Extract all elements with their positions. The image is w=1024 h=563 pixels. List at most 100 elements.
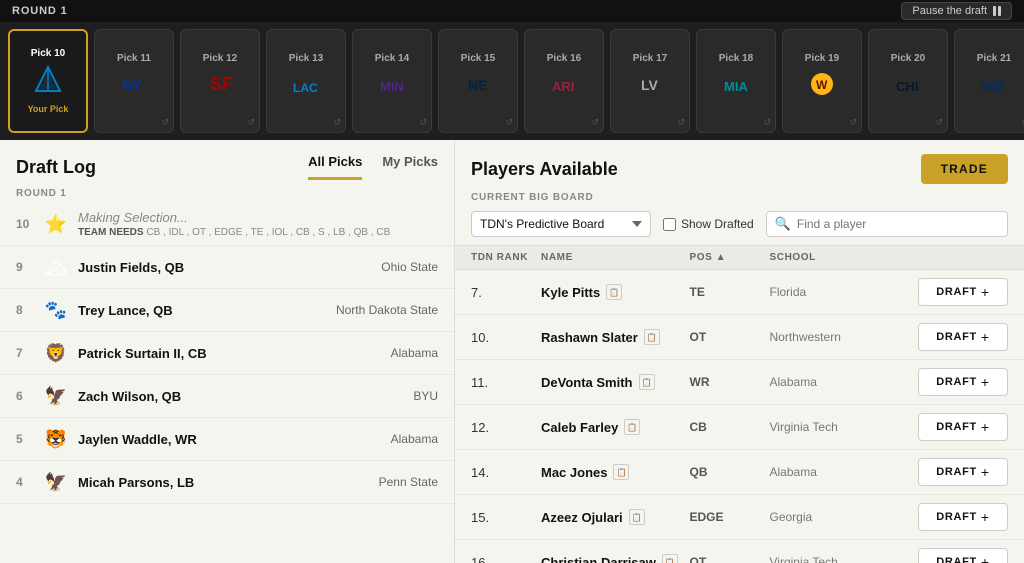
pick-card-19[interactable]: Pick 19 W ↺ [782, 29, 862, 133]
round-section-label: ROUND 1 [0, 180, 454, 203]
draft-button[interactable]: DRAFT + [918, 278, 1008, 306]
draft-button[interactable]: DRAFT + [918, 503, 1008, 531]
pick-label: Pick 20 [891, 53, 925, 64]
col-school-header: SCHOOL [770, 252, 919, 263]
show-drafted-label[interactable]: Show Drafted [663, 217, 754, 231]
player-rank: 15. [471, 510, 541, 525]
player-info: Making Selection... TEAM NEEDS CB , IDL … [78, 210, 438, 238]
pick-number: 6 [16, 389, 34, 403]
note-icon[interactable]: 📋 [639, 374, 655, 390]
pick-card-20[interactable]: Pick 20 CHI ↺ [868, 29, 948, 133]
draft-pick-row: 6 🦅 Zach Wilson, QB BYU [0, 375, 454, 418]
player-name: Kyle Pitts 📋 [541, 284, 690, 300]
col-rank-header: TDN RANK [471, 252, 541, 263]
pick-card-15[interactable]: Pick 15 NE ↺ [438, 29, 518, 133]
team-needs: TEAM NEEDS CB , IDL , OT , EDGE , TE , I… [78, 227, 438, 238]
swap-icon: ↺ [161, 117, 169, 128]
draft-label: DRAFT [936, 286, 977, 298]
pause-draft-button[interactable]: Pause the draft [901, 2, 1012, 20]
team-logo [32, 63, 64, 100]
tab-my-picks[interactable]: My Picks [382, 154, 438, 180]
pick-number: 4 [16, 475, 34, 489]
player-row: 14. Mac Jones 📋 QB Alabama DRAFT + [455, 450, 1024, 495]
school-name: North Dakota State [336, 303, 438, 317]
note-icon[interactable]: 📋 [613, 464, 629, 480]
col-pos-header: POS ▲ [690, 252, 770, 263]
svg-text:W: W [816, 78, 828, 92]
search-input[interactable] [797, 217, 999, 231]
show-drafted-checkbox[interactable] [663, 218, 676, 231]
swap-icon: ↺ [247, 117, 255, 128]
note-icon[interactable]: 📋 [644, 329, 660, 345]
team-logo: NY [118, 68, 150, 105]
board-select[interactable]: TDN's Predictive Board [471, 211, 651, 237]
player-row: 12. Caleb Farley 📋 CB Virginia Tech DRAF… [455, 405, 1024, 450]
note-icon[interactable]: 📋 [629, 509, 645, 525]
player-name: Azeez Ojulari 📋 [541, 509, 690, 525]
draft-pick-row: 4 🦅 Micah Parsons, LB Penn State [0, 461, 454, 504]
players-title: Players Available [471, 159, 618, 180]
draft-plus-icon: + [981, 554, 990, 563]
pick-label: Pick 16 [547, 53, 581, 64]
pick-card-12[interactable]: Pick 12 SF ↺ [180, 29, 260, 133]
draft-button[interactable]: DRAFT + [918, 413, 1008, 441]
team-logo-sm: 🦅 [42, 468, 70, 496]
pick-label: Pick 14 [375, 53, 409, 64]
picks-list: 10 ⭐ Making Selection... TEAM NEEDS CB ,… [0, 203, 454, 563]
player-rank: 7. [471, 285, 541, 300]
svg-text:MIA: MIA [724, 79, 748, 94]
draft-button[interactable]: DRAFT + [918, 548, 1008, 563]
player-school: Virginia Tech [770, 555, 919, 563]
note-icon[interactable]: 📋 [662, 554, 678, 563]
draft-plus-icon: + [981, 374, 990, 390]
pick-number: 7 [16, 346, 34, 360]
svg-text:ARI: ARI [552, 79, 574, 94]
player-name: Mac Jones 📋 [541, 464, 690, 480]
tab-all-picks[interactable]: All Picks [308, 154, 362, 180]
note-icon[interactable]: 📋 [606, 284, 622, 300]
draft-button[interactable]: DRAFT + [918, 458, 1008, 486]
pick-label: Pick 12 [203, 53, 237, 64]
swap-icon: ↺ [333, 117, 341, 128]
pick-card-18[interactable]: Pick 18 MIA ↺ [696, 29, 776, 133]
draft-button[interactable]: DRAFT + [918, 323, 1008, 351]
pick-card-16[interactable]: Pick 16 ARI ↺ [524, 29, 604, 133]
svg-text:LV: LV [641, 77, 659, 93]
team-logo: CHI [892, 68, 924, 105]
note-icon[interactable]: 📋 [624, 419, 640, 435]
pick-card-17[interactable]: Pick 17 LV ↺ [610, 29, 690, 133]
draft-pick-row: 10 ⭐ Making Selection... TEAM NEEDS CB ,… [0, 203, 454, 246]
big-board-label: CURRENT BIG BOARD [471, 192, 594, 203]
pick-card-11[interactable]: Pick 11 NY ↺ [94, 29, 174, 133]
player-name: Making Selection... [78, 210, 438, 225]
swap-icon: ↺ [505, 117, 513, 128]
school-name: Alabama [391, 432, 438, 446]
swap-icon: ↺ [591, 117, 599, 128]
team-logo-sm: 🐾 [42, 296, 70, 324]
swap-icon: ↺ [419, 117, 427, 128]
pick-card-10[interactable]: Pick 10 Your Pick [8, 29, 88, 133]
draft-plus-icon: + [981, 419, 990, 435]
draft-log-header: Draft Log All Picks My Picks [0, 140, 454, 180]
pick-card-14[interactable]: Pick 14 MIN ↺ [352, 29, 432, 133]
draft-pick-row: 7 🦁 Patrick Surtain II, CB Alabama [0, 332, 454, 375]
draft-log-panel: Draft Log All Picks My Picks ROUND 1 10 … [0, 140, 455, 563]
draft-label: DRAFT [936, 466, 977, 478]
draft-plus-icon: + [981, 509, 990, 525]
pick-card-21[interactable]: Pick 21 IND ↺ [954, 29, 1024, 133]
pick-number: 9 [16, 260, 34, 274]
players-rows: 7. Kyle Pitts 📋 TE Florida DRAFT + 10. R… [455, 270, 1024, 563]
pick-label: Pick 13 [289, 53, 323, 64]
player-row: 7. Kyle Pitts 📋 TE Florida DRAFT + [455, 270, 1024, 315]
players-header: Players Available TRADE [455, 140, 1024, 192]
draft-button[interactable]: DRAFT + [918, 368, 1008, 396]
pick-card-13[interactable]: Pick 13 LAC ↺ [266, 29, 346, 133]
search-icon: 🔍 [775, 216, 791, 232]
player-info: Micah Parsons, LB [78, 475, 379, 490]
players-panel: Players Available TRADE CURRENT BIG BOAR… [455, 140, 1024, 563]
player-info: Zach Wilson, QB [78, 389, 413, 404]
trade-button[interactable]: TRADE [921, 154, 1008, 184]
player-name: Micah Parsons, LB [78, 475, 379, 490]
player-row: 11. DeVonta Smith 📋 WR Alabama DRAFT + [455, 360, 1024, 405]
draft-log-tabs: All Picks My Picks [308, 154, 438, 180]
